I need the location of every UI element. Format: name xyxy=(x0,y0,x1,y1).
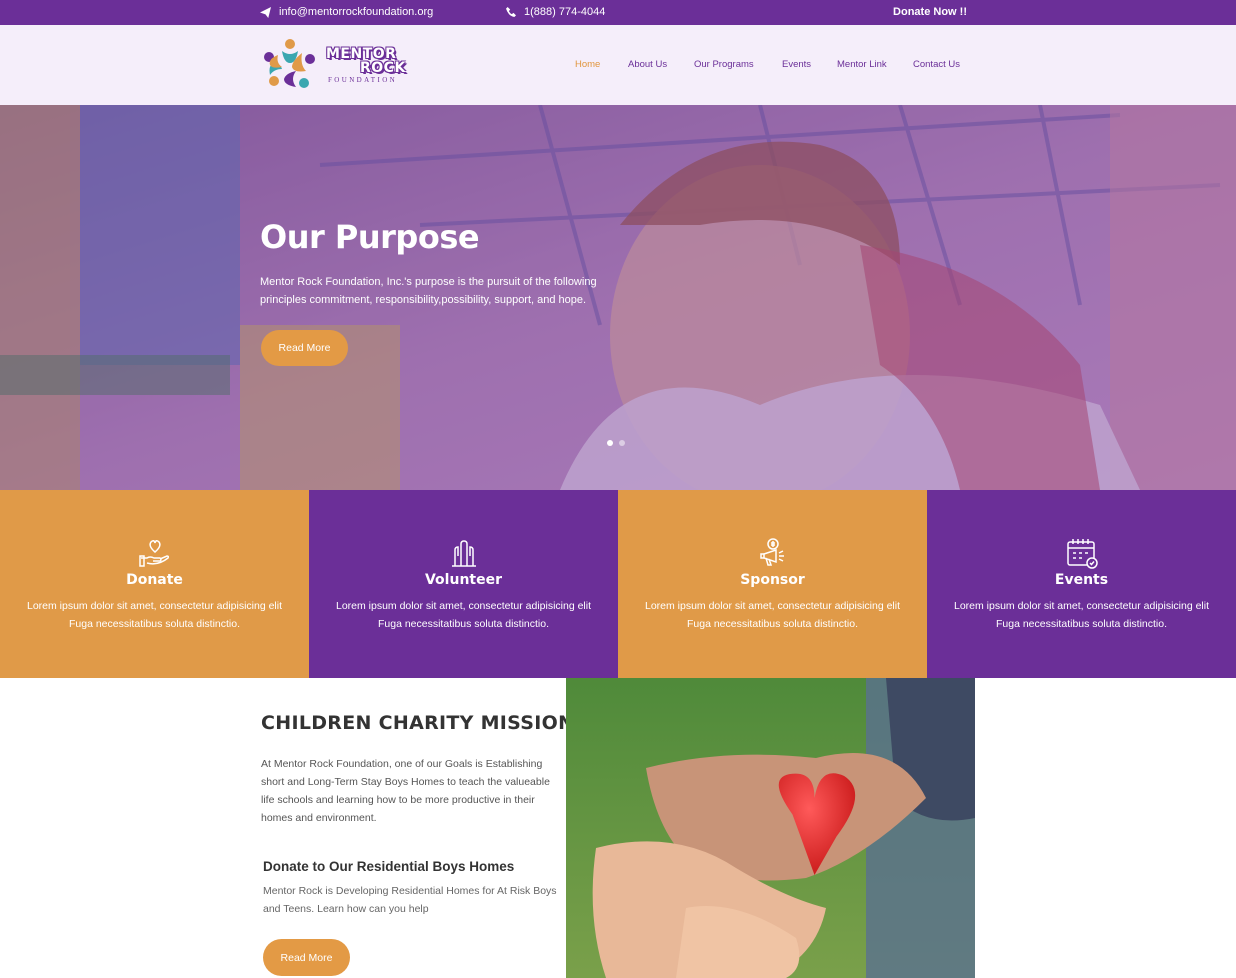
phone-text: 1(888) 774-4044 xyxy=(524,6,606,18)
mission-title: CHILDREN CHARITY MISSION xyxy=(261,712,575,734)
heart-hands-image xyxy=(566,678,975,978)
donate-now-link[interactable]: Donate Now !! xyxy=(893,6,967,18)
logo-subtitle: FOUNDATION xyxy=(328,76,398,84)
main-nav: Home About Us Our Programs Events Mentor… xyxy=(575,59,960,70)
raised-hands-icon xyxy=(451,540,476,567)
send-icon xyxy=(260,6,271,18)
mission-read-more-button[interactable]: Read More xyxy=(263,939,350,976)
feature-title: Sponsor xyxy=(740,572,805,588)
feature-text: Lorem ipsum dolor sit amet, consectetur … xyxy=(335,600,592,630)
calendar-icon xyxy=(1066,539,1098,569)
feature-title: Donate xyxy=(126,572,183,588)
feature-volunteer[interactable]: Volunteer Lorem ipsum dolor sit amet, co… xyxy=(309,490,618,678)
feature-text: Lorem ipsum dolor sit amet, consectetur … xyxy=(644,600,901,630)
feature-title: Volunteer xyxy=(424,572,502,588)
feature-text: Lorem ipsum dolor sit amet, consectetur … xyxy=(953,600,1210,630)
contact-email[interactable]: info@mentorrockfoundation.org xyxy=(260,6,433,18)
feature-events[interactable]: Events Lorem ipsum dolor sit amet, conse… xyxy=(927,490,1236,678)
donate-homes-title: Donate to Our Residential Boys Homes xyxy=(263,859,515,874)
nav-home[interactable]: Home xyxy=(575,59,628,70)
logo-mark-icon xyxy=(264,39,315,88)
slider-dots xyxy=(607,440,625,446)
hero-read-more-button[interactable]: Read More xyxy=(261,330,348,366)
site-header: MENTOR ROCK FOUNDATION Home About Us Our… xyxy=(0,25,1236,105)
nav-our-programs[interactable]: Our Programs xyxy=(694,59,782,70)
logo-word-mentor: MENTOR xyxy=(326,46,397,62)
logo-text: MENTOR ROCK FOUNDATION xyxy=(326,47,406,84)
feature-sponsor[interactable]: Sponsor Lorem ipsum dolor sit amet, cons… xyxy=(618,490,927,678)
heart-hand-icon xyxy=(138,539,169,567)
feature-donate[interactable]: Donate Lorem ipsum dolor sit amet, conse… xyxy=(0,490,309,678)
slider-dot-1[interactable] xyxy=(607,440,613,446)
donate-homes-text: Mentor Rock is Developing Residential Ho… xyxy=(263,885,557,915)
hero-slider: Our Purpose Mentor Rock Foundation, Inc.… xyxy=(0,105,1236,490)
hero-title: Our Purpose xyxy=(260,218,480,256)
feature-text: Lorem ipsum dolor sit amet, consectetur … xyxy=(26,600,283,630)
features-row: Donate Lorem ipsum dolor sit amet, conse… xyxy=(0,490,1236,678)
slider-dot-2[interactable] xyxy=(619,440,625,446)
top-bar: info@mentorrockfoundation.org 1(888) 774… xyxy=(0,0,1236,25)
phone-icon xyxy=(506,7,516,17)
heart-hands-illustration xyxy=(566,678,975,978)
logo[interactable]: MENTOR ROCK FOUNDATION xyxy=(260,35,410,95)
feature-title: Events xyxy=(1054,572,1109,588)
nav-contact-us[interactable]: Contact Us xyxy=(913,59,960,70)
hero-description: Mentor Rock Foundation, Inc.'s purpose i… xyxy=(260,276,597,306)
email-text: info@mentorrockfoundation.org xyxy=(279,6,434,18)
nav-mentor-link[interactable]: Mentor Link xyxy=(837,59,913,70)
nav-about-us[interactable]: About Us xyxy=(628,59,694,70)
contact-phone[interactable]: 1(888) 774-4044 xyxy=(506,6,605,18)
logo-word-rock: ROCK xyxy=(360,60,406,76)
mission-text: At Mentor Rock Foundation, one of our Go… xyxy=(261,758,550,824)
nav-events[interactable]: Events xyxy=(782,59,837,70)
megaphone-coin-icon xyxy=(759,538,784,566)
